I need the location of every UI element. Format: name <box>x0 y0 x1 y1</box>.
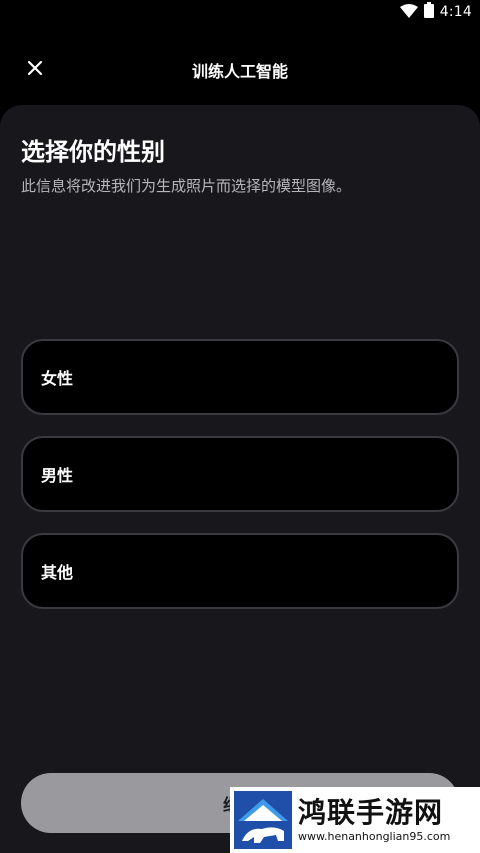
gender-option-female[interactable]: 女性 <box>21 339 459 415</box>
watermark-name: 鸿联手游网 <box>298 796 444 829</box>
wifi-icon <box>399 3 418 22</box>
option-label: 男性 <box>41 466 74 485</box>
battery-icon <box>423 2 434 22</box>
gender-option-male[interactable]: 男性 <box>21 436 459 512</box>
option-label: 女性 <box>41 369 74 388</box>
header: 训练人工智能 <box>0 44 480 96</box>
gender-option-other[interactable]: 其他 <box>21 533 459 609</box>
sheet-title: 选择你的性别 <box>21 138 165 166</box>
status-bar: 4:14 <box>0 0 480 24</box>
screen: 4:14 训练人工智能 选择你的性别 此信息将改进我们为生成照片而选择的模型图像… <box>0 0 480 853</box>
watermark: 鸿联手游网 www.henanhonglian95.com <box>230 787 480 853</box>
watermark-url: www.henanhonglian95.com <box>298 830 451 843</box>
watermark-text: 鸿联手游网 www.henanhonglian95.com <box>298 796 450 844</box>
sheet-subtitle: 此信息将改进我们为生成照片而选择的模型图像。 <box>21 177 352 195</box>
page-title: 训练人工智能 <box>191 62 288 81</box>
option-label: 其他 <box>41 563 74 582</box>
gender-sheet: 选择你的性别 此信息将改进我们为生成照片而选择的模型图像。 女性 男性 其他 继… <box>0 105 480 853</box>
status-right: 4:14 <box>399 2 472 22</box>
watermark-logo-icon <box>234 791 292 849</box>
status-time: 4:14 <box>439 4 472 20</box>
